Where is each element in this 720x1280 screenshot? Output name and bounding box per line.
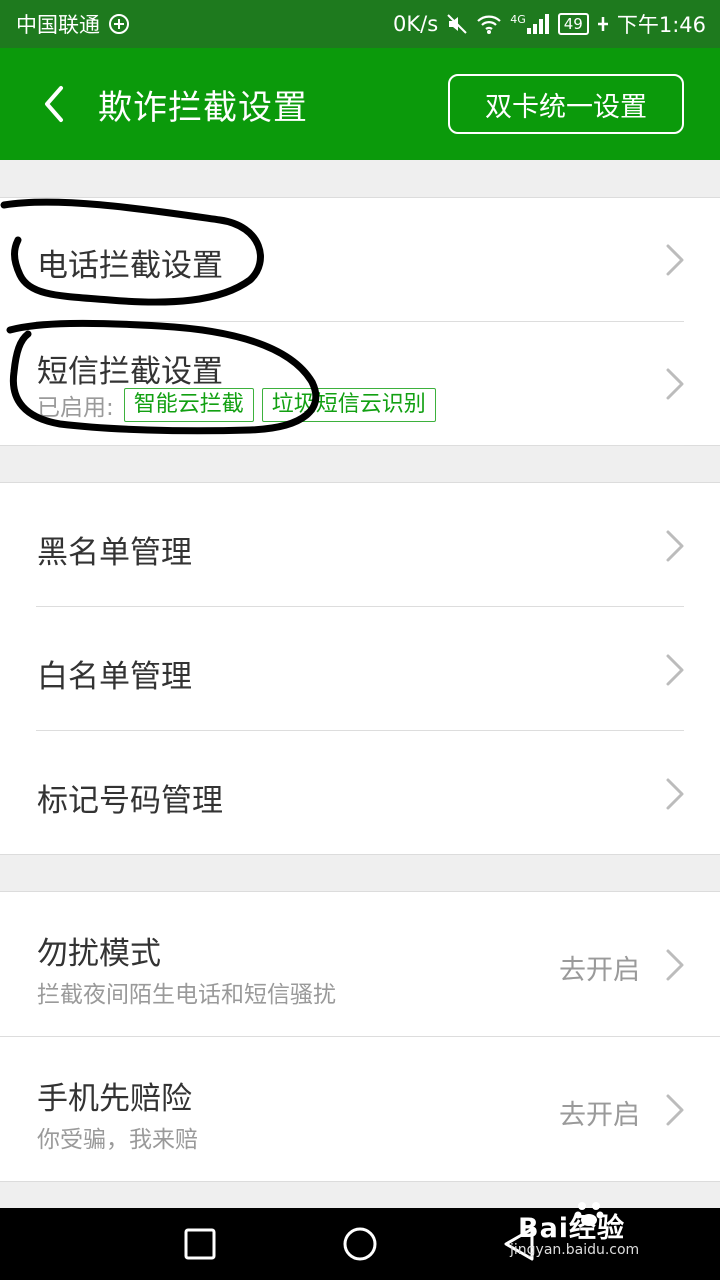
divider [36, 445, 684, 446]
features-section: 勿扰模式 拦截夜间陌生电话和短信骚扰 去开启 手机先赔险 你受骗，我来赔 去开启 [0, 891, 720, 1182]
recent-apps-icon[interactable] [178, 1222, 222, 1266]
sms-interception-row[interactable]: 短信拦截设置 已启用: 智能云拦截 垃圾短信云识别 [0, 322, 720, 446]
phone-insurance-action[interactable]: 去开启 [559, 1093, 640, 1132]
dnd-mode-title: 勿扰模式 [37, 936, 161, 972]
status-bar: 中国联通 0K/s 4G 49 下午1:46 [0, 0, 720, 48]
carrier-name: 中国联通 [16, 13, 100, 37]
call-interception-label: 电话拦截设置 [37, 248, 223, 284]
dnd-mode-action[interactable]: 去开启 [559, 948, 640, 987]
dnd-mode-subtitle: 拦截夜间陌生电话和短信骚扰 [37, 982, 336, 1008]
call-interception-row[interactable]: 电话拦截设置 [0, 198, 720, 322]
marked-numbers-row[interactable]: 标记号码管理 [0, 731, 720, 855]
whitelist-label: 白名单管理 [37, 659, 192, 695]
enabled-label: 已启用: [37, 395, 114, 422]
chevron-right-icon [666, 654, 684, 686]
interception-section: 电话拦截设置 短信拦截设置 已启用: 智能云拦截 垃圾短信云识别 [0, 197, 720, 446]
home-icon[interactable] [338, 1222, 382, 1266]
dual-sim-settings-button[interactable]: 双卡统一设置 [448, 74, 684, 134]
baidu-jingyan-watermark: Bai经验 jingyan.baidu.com [500, 1196, 680, 1268]
back-button[interactable] [18, 48, 90, 160]
signal-icon: 4G [510, 13, 550, 35]
chevron-right-icon [666, 1094, 684, 1126]
app-bar: 欺诈拦截设置 双卡统一设置 [0, 48, 720, 160]
enabled-tags: 已启用: 智能云拦截 垃圾短信云识别 [37, 388, 436, 423]
dnd-mode-row[interactable]: 勿扰模式 拦截夜间陌生电话和短信骚扰 去开启 [0, 892, 720, 1037]
chevron-right-icon [666, 530, 684, 562]
sms-interception-label: 短信拦截设置 [37, 354, 223, 390]
chevron-right-icon [666, 244, 684, 276]
net-speed: 0K/s [393, 12, 439, 36]
charging-icon [597, 16, 609, 32]
phone-insurance-subtitle: 你受骗，我来赔 [37, 1127, 198, 1153]
list-management-section: 黑名单管理 白名单管理 标记号码管理 [0, 482, 720, 855]
chevron-right-icon [666, 778, 684, 810]
phone-insurance-title: 手机先赔险 [37, 1081, 192, 1117]
network-type: 4G [510, 13, 526, 26]
watermark-url: jingyan.baidu.com [510, 1242, 640, 1258]
tag-spam-sms-cloud: 垃圾短信云识别 [261, 388, 436, 423]
marked-numbers-label: 标记号码管理 [37, 783, 223, 819]
blacklist-label: 黑名单管理 [37, 535, 192, 571]
mute-icon [446, 13, 468, 35]
clock: 下午1:46 [616, 13, 706, 37]
tag-smart-cloud: 智能云拦截 [123, 388, 254, 423]
whitelist-row[interactable]: 白名单管理 [0, 607, 720, 731]
phone-insurance-row[interactable]: 手机先赔险 你受骗，我来赔 去开启 [0, 1037, 720, 1182]
battery-level: 49 [557, 13, 589, 35]
chevron-right-icon [666, 368, 684, 400]
watermark-brand: Bai经验 [518, 1213, 626, 1244]
page-title: 欺诈拦截设置 [98, 87, 308, 128]
wifi-icon [476, 13, 502, 35]
back-arrow-icon [45, 86, 63, 122]
chevron-right-icon [666, 949, 684, 981]
data-saver-icon [108, 13, 130, 35]
blacklist-row[interactable]: 黑名单管理 [0, 483, 720, 607]
